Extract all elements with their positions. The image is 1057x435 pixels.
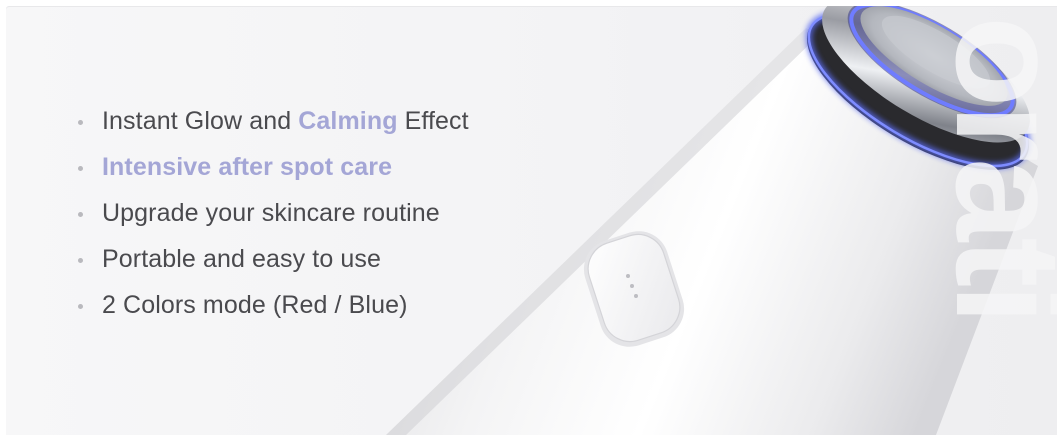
feature-item-portable: Portable and easy to use [78, 236, 469, 282]
watermark-text: orati [925, 16, 1057, 322]
feature-text: Instant Glow and Calming Effect [102, 107, 469, 136]
feature-item-upgrade-routine: Upgrade your skincare routine [78, 190, 469, 236]
feature-text-part: Effect [397, 106, 469, 135]
bullet-icon [78, 303, 83, 309]
feature-text: Intensive after spot care [102, 152, 393, 181]
bullet-icon [78, 257, 83, 263]
feature-item-instant-glow: Instant Glow and Calming Effect [78, 98, 469, 144]
feature-list: Instant Glow and Calming Effect Intensiv… [78, 98, 469, 328]
feature-accent-calming: Calming [298, 106, 398, 135]
bullet-icon [78, 119, 83, 125]
feature-item-colors-mode: 2 Colors mode (Red / Blue) [78, 282, 469, 328]
feature-text: 2 Colors mode (Red / Blue) [102, 290, 408, 319]
feature-text: Upgrade your skincare routine [102, 198, 440, 227]
product-banner: orati Instant Glow and Calming Effect In… [6, 6, 1057, 435]
bullet-icon [78, 165, 83, 171]
feature-text: Portable and easy to use [102, 244, 381, 273]
bullet-icon [78, 211, 83, 217]
feature-item-intensive-care: Intensive after spot care [78, 144, 469, 190]
feature-text-part: Instant Glow and [102, 106, 299, 135]
